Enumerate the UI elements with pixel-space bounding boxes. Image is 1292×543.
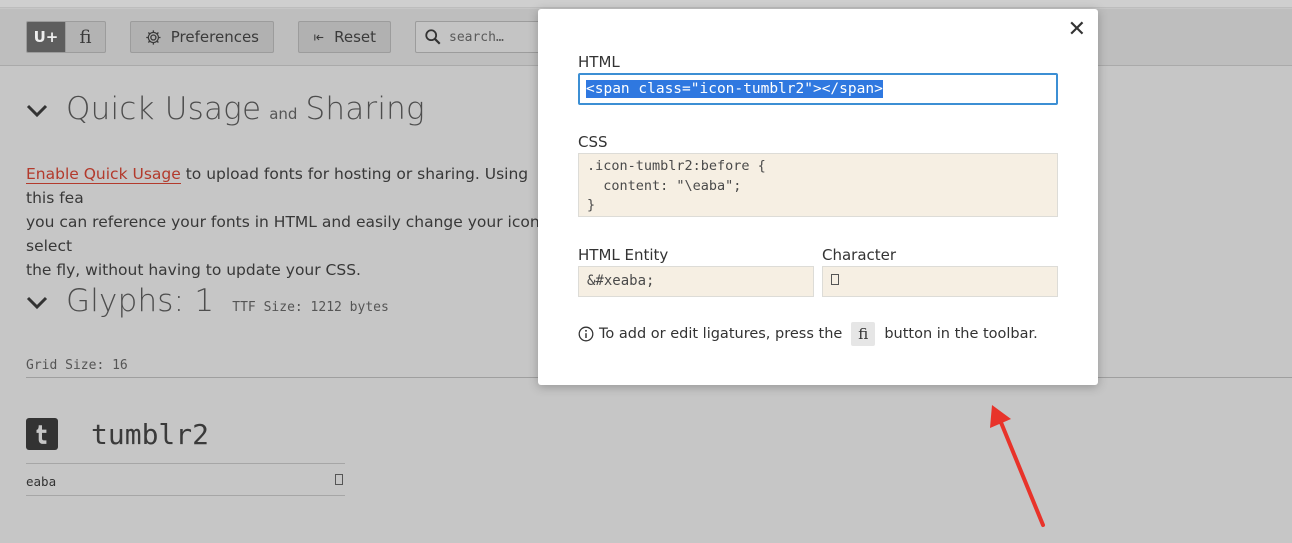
annotation-arrow-icon <box>990 405 1045 527</box>
